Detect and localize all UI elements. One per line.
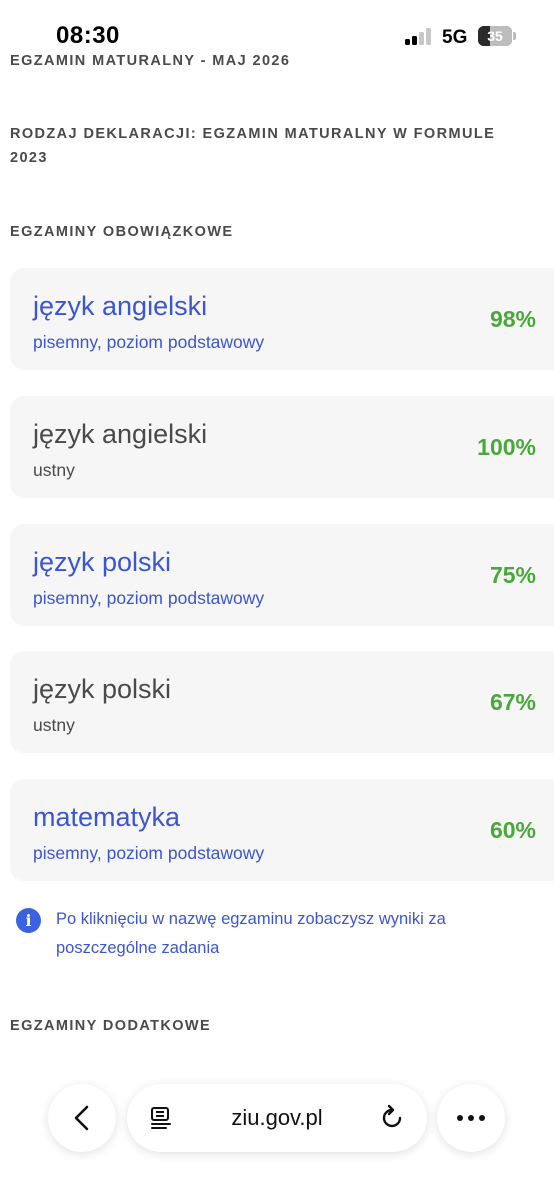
signal-bar xyxy=(405,39,410,45)
exam-score: 98% xyxy=(489,306,536,332)
exam-name[interactable]: matematyka xyxy=(33,801,180,833)
browser-toolbar: ziu.gov.pl xyxy=(0,1080,554,1155)
exam-score: 100% xyxy=(477,434,536,460)
status-bar: 08:30 5G 35 xyxy=(0,0,554,52)
back-button[interactable] xyxy=(48,1084,116,1152)
chevron-left-icon xyxy=(74,1105,89,1131)
section-additional-exams: EGZAMINY DODATKOWE xyxy=(10,1018,212,1034)
exam-name[interactable]: język polski xyxy=(33,546,171,578)
reload-icon[interactable] xyxy=(379,1104,405,1130)
more-dots-icon xyxy=(457,1115,485,1121)
signal-bar xyxy=(426,28,431,45)
exam-score: 75% xyxy=(489,562,536,588)
signal-bar xyxy=(419,32,424,45)
exam-type: ustny xyxy=(33,715,75,735)
signal-strength-icon xyxy=(405,27,433,45)
exam-score: 60% xyxy=(489,817,536,843)
exam-card-polish-oral: język polski ustny 67% xyxy=(10,651,554,753)
exam-card-polish-written[interactable]: język polski pisemny, poziom podstawowy … xyxy=(10,524,554,626)
status-time: 08:30 xyxy=(56,22,120,49)
address-bar[interactable]: ziu.gov.pl xyxy=(127,1084,427,1152)
info-icon: i xyxy=(16,908,41,933)
exam-score: 67% xyxy=(489,689,536,715)
exam-card-english-oral: język angielski ustny 100% xyxy=(10,396,554,498)
battery-level: 35 xyxy=(487,28,503,44)
page-title: EGZAMIN MATURALNY - MAJ 2026 xyxy=(10,53,291,69)
exam-name: język polski xyxy=(33,674,172,704)
network-type: 5G xyxy=(442,27,468,48)
exam-card-english-written[interactable]: język angielski pisemny, poziom podstawo… xyxy=(10,268,554,370)
exam-card-math-written[interactable]: matematyka pisemny, poziom podstawowy 60… xyxy=(10,779,554,881)
exam-type: pisemny, poziom podstawowy xyxy=(33,588,265,608)
more-button[interactable] xyxy=(437,1084,505,1152)
exam-type: ustny xyxy=(33,460,75,480)
declaration-type: RODZAJ DEKLARACJI: EGZAMIN MATURALNY W F… xyxy=(10,126,496,166)
signal-bar xyxy=(412,36,417,45)
exam-type: pisemny, poziom podstawowy xyxy=(33,332,265,352)
info-text: Po kliknięciu w nazwę egzaminu zobaczysz… xyxy=(56,910,446,957)
section-mandatory-exams: EGZAMINY OBOWIĄZKOWE xyxy=(10,224,234,240)
battery-icon: 35 xyxy=(478,26,516,46)
exam-type: pisemny, poziom podstawowy xyxy=(33,843,265,863)
exam-name: język angielski xyxy=(33,419,208,449)
exam-name[interactable]: język angielski xyxy=(33,290,207,322)
